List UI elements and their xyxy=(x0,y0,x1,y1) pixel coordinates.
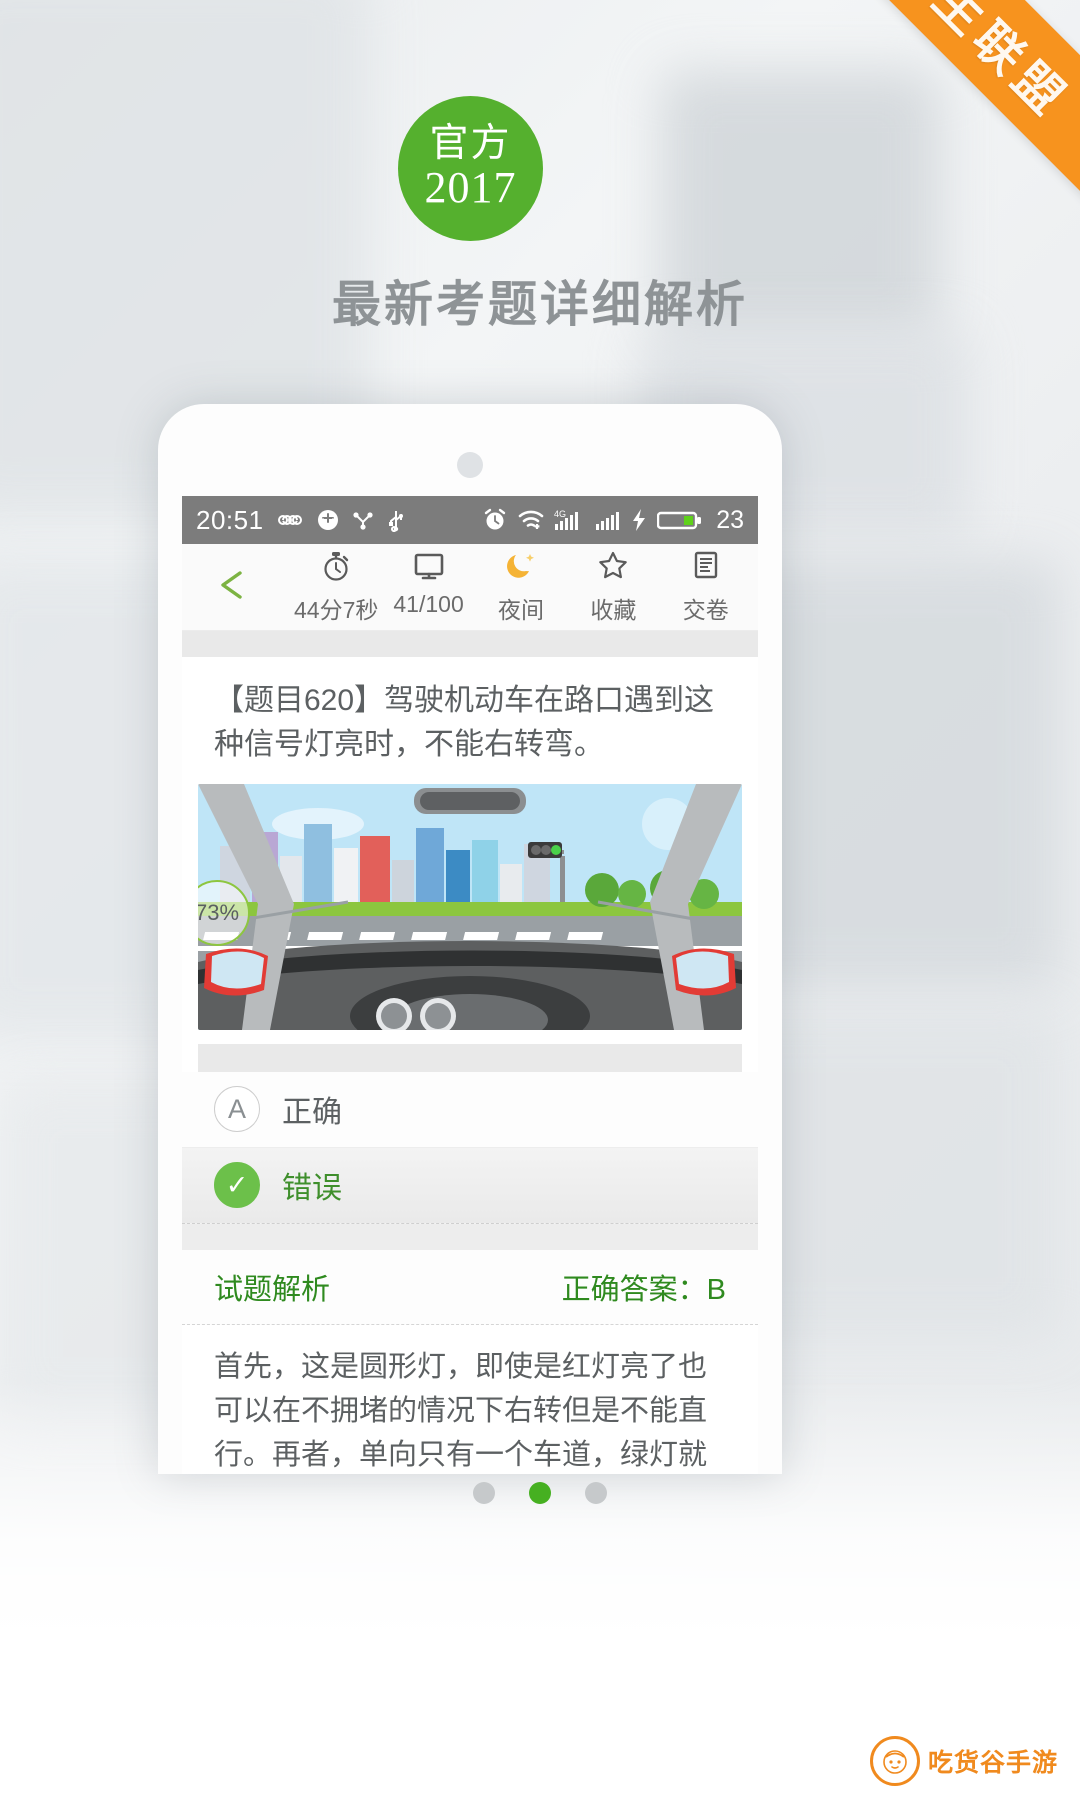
toolbar-label-favorite: 收藏 xyxy=(590,597,637,623)
toolbar-item-progress[interactable]: 41/100 xyxy=(383,549,475,618)
status-bar: 20:51 4G 23 xyxy=(182,496,758,544)
star-icon xyxy=(596,549,630,588)
badge-line-year: 2017 xyxy=(424,163,517,213)
battery-icon xyxy=(657,508,703,532)
question-image[interactable]: 73% xyxy=(198,783,742,1030)
explanation-header: 试题解析 正确答案：B xyxy=(182,1249,758,1325)
svg-text:4G: 4G xyxy=(554,509,566,519)
moon-icon xyxy=(504,549,538,588)
toolbar-label-submit: 交卷 xyxy=(682,597,729,623)
pager-dot-2-active[interactable] xyxy=(529,1482,551,1504)
pager-dots xyxy=(0,1482,1080,1504)
question-text: 【题目620】驾驶机动车在路口遇到这种信号灯亮时，不能右转弯。 xyxy=(214,684,715,762)
phone-screen: 20:51 4G 23 44分7秒 41/100 夜间 收藏 交卷 【题目620… xyxy=(182,496,758,1474)
stopwatch-icon xyxy=(320,549,352,588)
option-mark-b-check-icon: ✓ xyxy=(214,1162,260,1209)
image-divider xyxy=(198,1043,742,1072)
pager-dot-1[interactable] xyxy=(473,1482,495,1504)
option-label-b: 错误 xyxy=(282,1172,342,1206)
option-mark-a: A xyxy=(214,1086,260,1133)
toolbar-item-favorite[interactable]: 收藏 xyxy=(567,549,659,625)
watermark-text: 吃货谷手游 xyxy=(927,1749,1058,1777)
toolbar-item-timer[interactable]: 44分7秒 xyxy=(290,549,382,625)
document-icon xyxy=(690,549,722,588)
toolbar-item-night[interactable]: 夜间 xyxy=(475,549,567,625)
earpiece xyxy=(457,452,483,478)
option-row-b[interactable]: ✓ 错误 xyxy=(182,1147,758,1224)
toolbar-label-progress: 41/100 xyxy=(393,591,464,617)
correct-answer-label: 正确答案：B xyxy=(561,1273,726,1306)
pager-dot-3[interactable] xyxy=(585,1482,607,1504)
promo-headline: 最新考题详细解析 xyxy=(331,278,748,332)
badge-line-official: 官方 xyxy=(429,122,512,166)
alarm-clock-icon xyxy=(482,507,508,533)
toolbar-item-submit[interactable]: 交卷 xyxy=(660,549,752,625)
watermark: 吃货谷手游 xyxy=(869,1736,1058,1786)
official-year-badge: 官方 2017 xyxy=(398,96,543,241)
wifi-icon xyxy=(517,508,545,532)
back-button[interactable] xyxy=(182,567,290,608)
option-label-a: 正确 xyxy=(282,1096,342,1130)
option-divider xyxy=(182,1223,758,1250)
toolbar-label-night: 夜间 xyxy=(497,597,544,623)
back-arrow-icon xyxy=(214,567,258,608)
explanation-title: 试题解析 xyxy=(214,1273,331,1306)
usb-icon xyxy=(386,508,406,532)
question-image-wrap: 73% xyxy=(182,783,758,1072)
explanation-body: 首先，这是圆形灯，即使是红灯亮了也可以在不拥堵的情况下右转但是不能直行。再者，单… xyxy=(214,1350,708,1471)
signal-bars-icon xyxy=(595,508,621,532)
sync-icon xyxy=(316,508,340,532)
phone-mockup: 20:51 4G 23 44分7秒 41/100 夜间 收藏 交卷 【题目620… xyxy=(158,404,782,1474)
option-row-a[interactable]: A 正确 xyxy=(182,1071,758,1148)
mascot-face-icon xyxy=(869,1736,920,1786)
infinity-icon xyxy=(275,510,305,530)
toolbar-label-timer: 44分7秒 xyxy=(294,597,379,623)
monitor-icon xyxy=(412,549,446,588)
signal-4g-icon: 4G xyxy=(554,507,586,533)
charging-bolt-icon xyxy=(630,508,648,532)
battery-percent: 23 xyxy=(716,505,744,534)
toolbar-divider xyxy=(182,631,758,657)
app-toolbar: 44分7秒 41/100 夜间 收藏 交卷 xyxy=(182,544,758,631)
share-icon xyxy=(351,508,375,532)
status-time: 20:51 xyxy=(196,504,264,535)
